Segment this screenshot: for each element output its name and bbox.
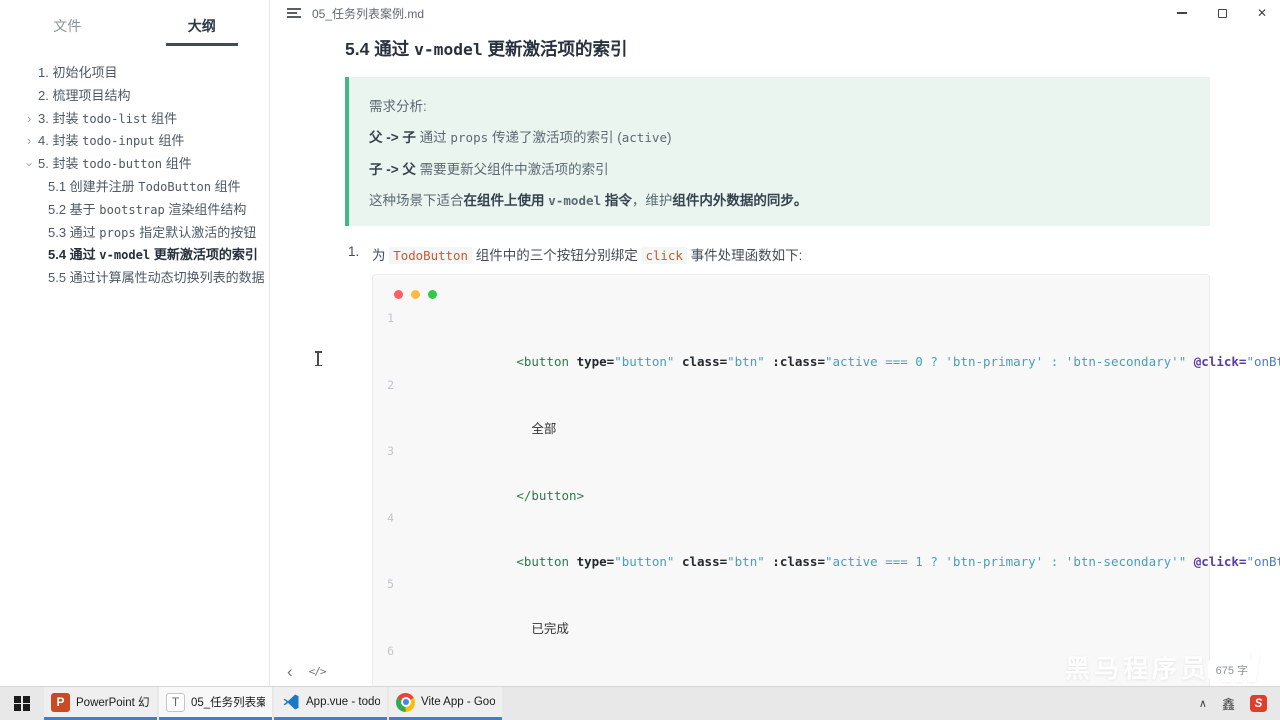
code-line: 1 <button type="button" class="btn" :cla…: [373, 307, 1280, 374]
outline-list: 1. 初始化项目 2. 梳理项目结构 › 3. 封装 todo-list 组件 …: [0, 46, 269, 290]
taskbar-app-label: PowerPoint 幻灯...: [76, 697, 150, 709]
code-line: 5 已完成: [373, 573, 1209, 640]
system-tray: ∧ 鑫 S: [1199, 687, 1280, 720]
outline-item[interactable]: › 5. 封装 todo-button 组件: [0, 153, 269, 176]
code-line: 2 全部: [373, 374, 1209, 441]
code-text: 全部: [516, 421, 557, 437]
tab-files[interactable]: 文件: [0, 16, 135, 46]
outline-item-label: 4. 封装 todo-input 组件: [38, 133, 185, 149]
quote-line: 需求分析:: [369, 98, 427, 114]
start-button[interactable]: [0, 687, 44, 720]
text-cursor-icon: [314, 351, 322, 366]
outline-item-label: 5. 封装 todo-button 组件: [38, 156, 192, 172]
chevron-right-icon[interactable]: ›: [27, 130, 31, 153]
outline-item-label: 5.3 通过 props 指定默认激活的按钮: [48, 224, 257, 240]
hamburger-menu-icon[interactable]: [287, 8, 302, 18]
outline-item[interactable]: 1. 初始化项目: [0, 62, 269, 85]
outline-item[interactable]: › 4. 封装 todo-input 组件: [0, 130, 269, 153]
chrome-icon: [396, 692, 415, 712]
code-lines: 1 <button type="button" class="btn" :cla…: [373, 307, 1280, 686]
document-title: 05_任务列表案例.md: [312, 6, 425, 21]
outline-item[interactable]: 5.3 通过 props 指定默认激活的按钮: [0, 222, 269, 245]
line-number: 4: [387, 510, 394, 525]
code-text: <button type="button" class="btn" :class…: [516, 354, 1280, 370]
line-number: 5: [387, 577, 394, 592]
taskbar-app-button[interactable]: App.vue - todos -...: [274, 687, 387, 720]
sidebar-tabs: 文件 大纲: [0, 0, 269, 46]
editor-window: 05_任务列表案例.md ✕ 5.4 通过 v-model 更新激活项的索引 需…: [271, 0, 1280, 686]
list-item-text: 为 TodoButton 组件中的三个按钮分别绑定 click 事件处理函数如下…: [372, 247, 803, 264]
taskbar-app-label: Vite App - Googl...: [421, 696, 495, 708]
quote-line: 父 -> 子 通过 props 传递了激活项的索引 (active): [369, 130, 672, 145]
window-controls: ✕: [1174, 0, 1270, 26]
line-number: 2: [387, 377, 394, 392]
outline-item[interactable]: › 3. 封装 todo-list 组件: [0, 108, 269, 131]
sogou-input-icon[interactable]: S: [1250, 695, 1267, 712]
taskbar-app-label: 05_任务列表案例....: [191, 697, 265, 709]
code-text: <button type="button" class="btn" :class…: [516, 554, 1280, 570]
code-text: </button>: [411, 640, 584, 686]
chevron-right-icon[interactable]: ›: [18, 162, 41, 166]
vscode-icon: [281, 693, 300, 712]
word-count: 675 字: [1207, 660, 1256, 680]
sidebar-toggle-icon[interactable]: ‹: [287, 663, 293, 680]
typora-icon: T: [166, 692, 185, 712]
code-line: 3 </button>: [373, 440, 1209, 507]
list-item-1: 1. 为 TodoButton 组件中的三个按钮分别绑定 click 事件处理函…: [345, 244, 1210, 264]
outline-item[interactable]: 5.5 通过计算属性动态切换列表的数据: [0, 267, 269, 290]
code-text: </button>: [516, 487, 585, 503]
list-marker: 1.: [348, 244, 360, 259]
taskbar: P P PowerPoint 幻灯... T T 05_任务列表案例....: [0, 686, 1280, 720]
powerpoint-icon: P: [51, 692, 70, 712]
taskbar-app-button[interactable]: P P PowerPoint 幻灯...: [44, 687, 157, 720]
outline-item-label: 2. 梳理项目结构: [38, 87, 131, 103]
section-heading: 5.4 通过 v-model 更新激活项的索引: [345, 39, 628, 59]
tray-chevron-icon[interactable]: ∧: [1199, 697, 1207, 710]
taskbar-apps: P P PowerPoint 幻灯... T T 05_任务列表案例....: [44, 687, 504, 720]
code-line: 6 </button>: [373, 640, 1209, 686]
line-number: 3: [387, 444, 394, 459]
traffic-lights-icon: [373, 281, 1209, 307]
outline-item[interactable]: 5.2 基于 bootstrap 渲染组件结构: [0, 199, 269, 222]
outline-item-label: 5.4 通过 v-model 更新激活项的索引: [48, 247, 258, 263]
editor-footer: ‹ </>: [287, 663, 327, 680]
sidebar: 文件 大纲 1. 初始化项目 2. 梳理项目结构 › 3. 封装 todo-li…: [0, 0, 270, 686]
outline-item[interactable]: 2. 梳理项目结构: [0, 85, 269, 108]
requirements-quote: 需求分析: 父 -> 子 通过 props 传递了激活项的索引 (active)…: [345, 77, 1210, 226]
screen: 文件 大纲 1. 初始化项目 2. 梳理项目结构 › 3. 封装 todo-li…: [0, 0, 1280, 720]
outline-item[interactable]: 5.4 通过 v-model 更新激活项的索引: [0, 244, 269, 267]
outline-item-label: 3. 封装 todo-list 组件: [38, 110, 178, 126]
tab-outline[interactable]: 大纲: [135, 16, 270, 46]
quote-line: 这种场景下适合在组件上使用 v-model 指令，维护组件内外数据的同步。: [369, 193, 808, 208]
outline-item-label: 5.1 创建并注册 TodoButton 组件: [48, 178, 241, 194]
line-number: 6: [387, 644, 394, 659]
windows-logo-icon: [14, 695, 30, 712]
source-mode-icon[interactable]: </>: [309, 665, 327, 678]
quote-line: 子 -> 父 需要更新父组件中激活项的索引: [369, 161, 609, 177]
minimize-button[interactable]: [1174, 5, 1190, 21]
code-text: 已完成: [516, 620, 569, 636]
taskbar-app-button[interactable]: T T 05_任务列表案例....: [159, 687, 272, 720]
outline-item-label: 5.2 基于 bootstrap 渲染组件结构: [48, 201, 247, 217]
title-bar: 05_任务列表案例.md ✕: [271, 0, 1280, 26]
outline-item-label: 1. 初始化项目: [38, 65, 118, 80]
document-content: 5.4 通过 v-model 更新激活项的索引 需求分析: 父 -> 子 通过 …: [271, 36, 1280, 686]
code-line: 4 <button type="button" class="btn" :cla…: [373, 507, 1280, 574]
line-number: 1: [387, 311, 394, 325]
code-block-html: 1 <button type="button" class="btn" :cla…: [372, 274, 1280, 686]
outline-item[interactable]: 5.1 创建并注册 TodoButton 组件: [0, 176, 269, 199]
close-button[interactable]: ✕: [1254, 5, 1270, 21]
yellow-dot-icon: [411, 290, 420, 299]
chevron-right-icon[interactable]: ›: [27, 108, 31, 131]
maximize-button[interactable]: [1214, 5, 1230, 21]
red-dot-icon: [394, 290, 403, 299]
taskbar-app-label: App.vue - todos -...: [306, 696, 380, 708]
green-dot-icon: [428, 290, 437, 299]
taskbar-app-button[interactable]: Vite App - Googl...: [389, 687, 502, 720]
ime-icon[interactable]: 鑫: [1222, 694, 1235, 713]
outline-item-label: 5.5 通过计算属性动态切换列表的数据: [48, 270, 265, 286]
